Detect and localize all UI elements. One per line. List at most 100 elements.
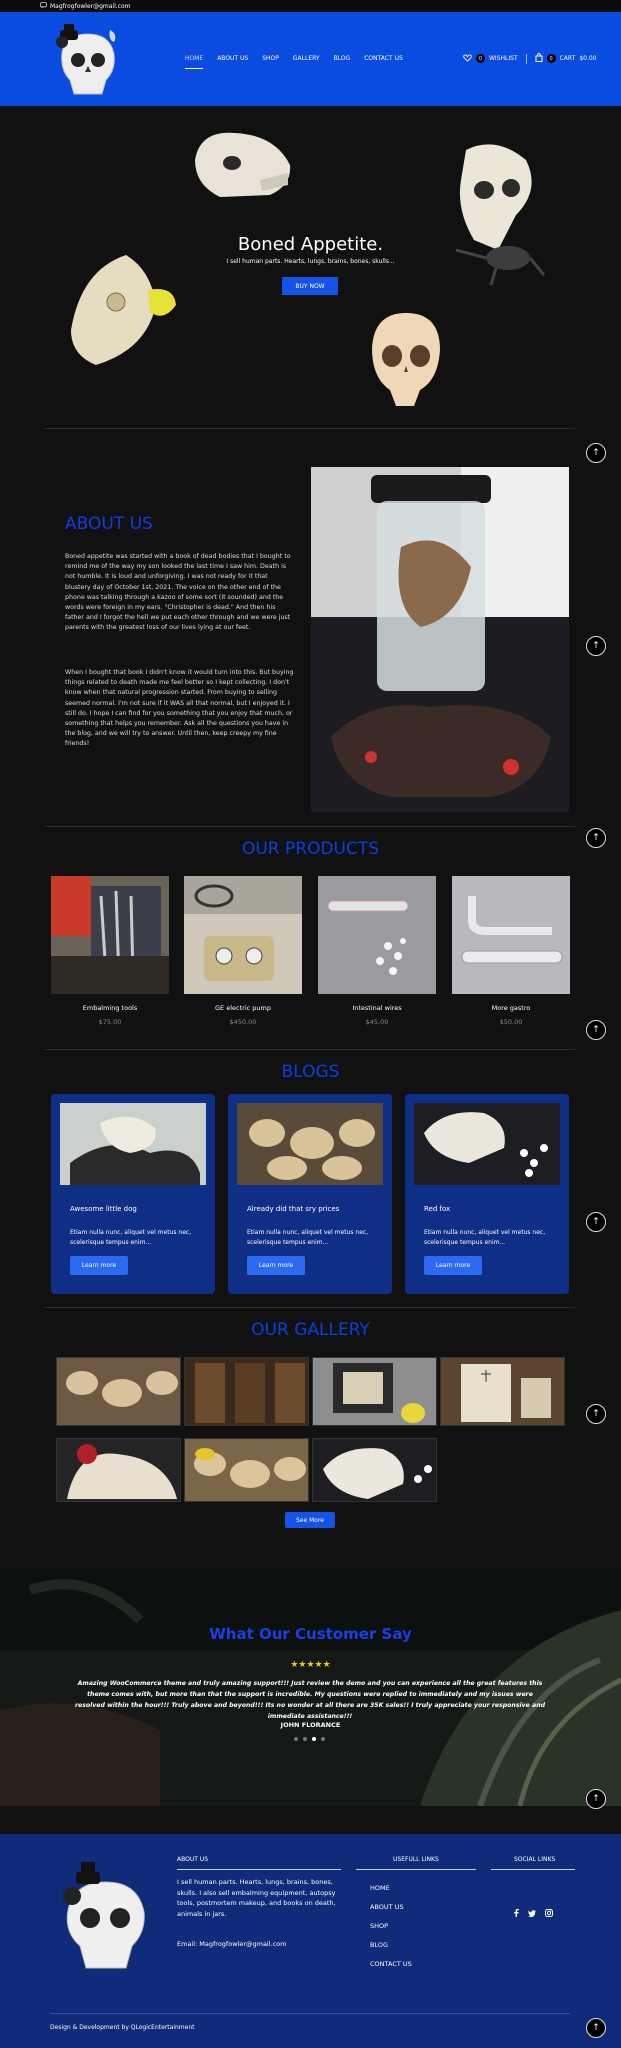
header-actions: 0 WISHLIST 0 CART $0.00 bbox=[463, 52, 597, 64]
products-title: OUR PRODUCTS bbox=[241, 839, 380, 859]
buy-now-button[interactable]: BUY NOW bbox=[282, 277, 338, 295]
top-bar: Magfrogfowler@gmail.com bbox=[0, 0, 621, 12]
blog-title[interactable]: Red fox bbox=[424, 1205, 450, 1213]
cart-count-badge: 0 bbox=[546, 54, 556, 63]
blog-title[interactable]: Already did that sry prices bbox=[247, 1205, 339, 1213]
scroll-top-button[interactable]: ↑ bbox=[586, 1020, 606, 1040]
header-divider bbox=[525, 53, 527, 64]
footer-link-home[interactable]: HOME bbox=[370, 1884, 390, 1892]
nav-blog[interactable]: BLOG bbox=[334, 55, 351, 69]
gallery-image[interactable] bbox=[440, 1357, 565, 1426]
rating-stars: ★★★★★ bbox=[290, 1660, 331, 1670]
facebook-icon[interactable] bbox=[514, 1902, 519, 1921]
scroll-top-button[interactable]: ↑ bbox=[586, 636, 606, 656]
carousel-dot-active[interactable] bbox=[312, 1737, 316, 1741]
wishlist-count-badge: 0 bbox=[476, 54, 485, 63]
nav-contact[interactable]: CONTACT US bbox=[364, 55, 403, 69]
testimonial-title: What Our Customer Say bbox=[209, 1625, 412, 1643]
footer-divider bbox=[50, 2013, 570, 2014]
testimonial-author: JOHN FLORANCE bbox=[280, 1721, 341, 1729]
footer-email[interactable]: Email: Magfrogfowler@gmail.com bbox=[177, 1939, 287, 1950]
twitter-icon[interactable] bbox=[528, 1902, 536, 1921]
instagram-icon[interactable] bbox=[545, 1902, 553, 1921]
topbar-email[interactable]: Magfrogfowler@gmail.com bbox=[50, 3, 131, 10]
arrow-up-icon: ↑ bbox=[592, 1794, 600, 1804]
jar-specimen-image bbox=[311, 467, 569, 812]
nav-home[interactable]: HOME bbox=[185, 55, 204, 69]
main-nav: HOME ABOUT US SHOP GALLERY BLOG CONTACT … bbox=[185, 55, 403, 69]
monkey-skull-image bbox=[372, 313, 440, 406]
divider bbox=[45, 1307, 575, 1308]
product-name[interactable]: Embalming tools bbox=[50, 1004, 170, 1012]
cart-total: $0.00 bbox=[579, 55, 597, 62]
gallery-image[interactable] bbox=[184, 1357, 309, 1426]
product-price: $50.00 bbox=[499, 1018, 523, 1026]
carousel-dot[interactable] bbox=[294, 1737, 298, 1741]
dog-skull-image bbox=[195, 132, 291, 197]
fish-skull-image bbox=[71, 255, 176, 365]
footer-about-heading: ABOUT US bbox=[177, 1856, 209, 1863]
arrow-up-icon: ↑ bbox=[592, 1409, 600, 1419]
footer-social-heading: SOCIAL LINKS bbox=[514, 1856, 556, 1863]
cart-link[interactable]: CART bbox=[560, 55, 576, 62]
footer-link-contact[interactable]: CONTACT US bbox=[370, 1960, 412, 1968]
product-name[interactable]: More gastro bbox=[451, 1004, 571, 1012]
blog-image[interactable] bbox=[414, 1103, 560, 1185]
cart-icon[interactable] bbox=[535, 52, 543, 64]
divider bbox=[45, 428, 575, 429]
chat-icon bbox=[40, 1, 47, 11]
scroll-top-button[interactable]: ↑ bbox=[586, 1212, 606, 1232]
heart-icon[interactable] bbox=[463, 53, 472, 64]
gallery-title: OUR GALLERY bbox=[251, 1320, 370, 1340]
blog-image[interactable] bbox=[237, 1103, 383, 1185]
footer-link-about[interactable]: ABOUT US bbox=[370, 1903, 404, 1911]
product-name[interactable]: Intestinal wires bbox=[317, 1004, 437, 1012]
learn-more-button[interactable]: Learn more bbox=[424, 1256, 482, 1275]
gallery-image[interactable] bbox=[312, 1438, 437, 1502]
footer-credit: Design & Development by QLogicEntertainm… bbox=[50, 2024, 195, 2031]
blog-image[interactable] bbox=[60, 1103, 206, 1185]
divider bbox=[45, 826, 575, 827]
nav-shop[interactable]: SHOP bbox=[262, 55, 279, 69]
carousel-dots bbox=[294, 1737, 325, 1741]
scroll-top-button[interactable]: ↑ bbox=[586, 1404, 606, 1424]
footer-about-text: I sell human parts. Hearts, lungs, brain… bbox=[177, 1878, 336, 1918]
footer-link-shop[interactable]: SHOP bbox=[370, 1922, 388, 1930]
gallery-image[interactable] bbox=[184, 1438, 309, 1502]
carousel-dot[interactable] bbox=[303, 1737, 307, 1741]
footer-links-heading: USEFULL LINKS bbox=[393, 1856, 439, 1863]
blog-excerpt: Etiam nulla nunc, aliquet vel metus nec,… bbox=[247, 1229, 369, 1246]
about-paragraph-1: Boned appetite was started with a book o… bbox=[65, 553, 291, 632]
footer-heading-underline bbox=[177, 1869, 341, 1870]
product-name[interactable]: GE electric pump bbox=[183, 1004, 303, 1012]
blog-title[interactable]: Awesome little dog bbox=[70, 1205, 137, 1213]
gallery-image[interactable] bbox=[56, 1357, 181, 1426]
gallery-image[interactable] bbox=[312, 1357, 437, 1426]
product-price: $450.00 bbox=[229, 1018, 257, 1026]
divider bbox=[45, 1049, 575, 1050]
scroll-top-button[interactable]: ↑ bbox=[586, 828, 606, 848]
scroll-top-button[interactable]: ↑ bbox=[586, 2018, 606, 2038]
blog-excerpt: Etiam nulla nunc, aliquet vel metus nec,… bbox=[70, 1229, 192, 1246]
footer-logo bbox=[63, 1862, 145, 1969]
footer-link-blog[interactable]: BLOG bbox=[370, 1941, 388, 1949]
product-image[interactable] bbox=[51, 876, 169, 994]
wishlist-link[interactable]: WISHLIST bbox=[489, 55, 518, 62]
product-image[interactable] bbox=[452, 876, 570, 994]
see-more-button[interactable]: See More bbox=[285, 1512, 335, 1528]
nav-about[interactable]: ABOUT US bbox=[217, 55, 248, 69]
arrow-up-icon: ↑ bbox=[592, 641, 600, 651]
scroll-top-button[interactable]: ↑ bbox=[586, 443, 606, 463]
testimonial-quote: Amazing WooCommerce theme and truly amaz… bbox=[74, 1680, 546, 1720]
product-image[interactable] bbox=[318, 876, 436, 994]
product-image[interactable] bbox=[184, 876, 302, 994]
site-logo[interactable] bbox=[48, 22, 132, 100]
nav-gallery[interactable]: GALLERY bbox=[293, 55, 320, 69]
carousel-dot[interactable] bbox=[321, 1737, 325, 1741]
arrow-up-icon: ↑ bbox=[592, 833, 600, 843]
about-paragraph-2: When I bought that book I didn't know it… bbox=[65, 669, 294, 748]
learn-more-button[interactable]: Learn more bbox=[247, 1256, 305, 1275]
scroll-top-button[interactable]: ↑ bbox=[586, 1789, 606, 1809]
gallery-image[interactable] bbox=[56, 1438, 181, 1502]
learn-more-button[interactable]: Learn more bbox=[70, 1256, 128, 1275]
